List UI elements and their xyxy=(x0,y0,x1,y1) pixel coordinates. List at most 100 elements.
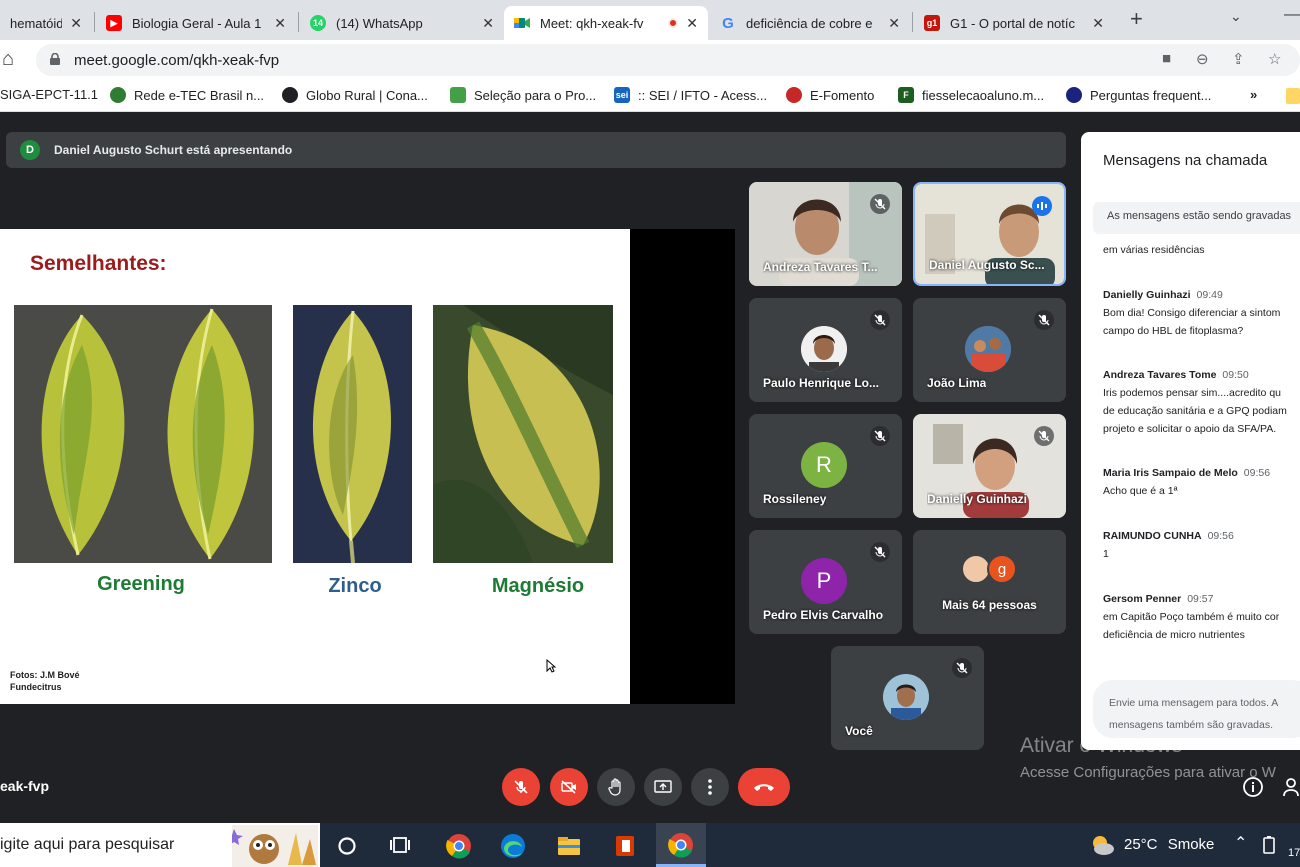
raise-hand-button[interactable] xyxy=(597,768,635,806)
avatar xyxy=(883,674,929,720)
more-vert-icon xyxy=(708,779,712,795)
taskbar-search[interactable]: igite aqui para pesquisar xyxy=(0,823,320,867)
cursor-icon xyxy=(546,659,556,673)
mic-off-icon xyxy=(514,780,528,794)
close-icon[interactable]: ✕ xyxy=(1092,15,1104,32)
close-icon[interactable]: ✕ xyxy=(482,15,494,32)
self-tile[interactable]: Você xyxy=(831,646,984,750)
bookmark-item[interactable]: E-Fomento xyxy=(786,87,874,103)
chat-header: Mensagens na chamada xyxy=(1103,152,1268,169)
participant-tile[interactable]: R Rossileney xyxy=(749,414,902,518)
camera-toggle-button[interactable] xyxy=(550,768,588,806)
camera-icon[interactable]: ■ xyxy=(1162,50,1171,67)
weather-widget[interactable]: 25°C Smoke xyxy=(1124,836,1214,853)
tab-5[interactable]: G deficiência de cobre e ✕ xyxy=(710,6,910,40)
recording-notice: As mensagens estão sendo gravadas xyxy=(1093,202,1300,234)
close-icon[interactable]: ✕ xyxy=(70,15,82,32)
avatar: R xyxy=(801,442,847,488)
participant-name: Danielly Guinhazi xyxy=(927,492,1028,506)
chat-input-placeholder: Envie uma mensagem para todos. A xyxy=(1109,697,1279,709)
presenter-banner: D Daniel Augusto Schurt está apresentand… xyxy=(6,132,1066,168)
participant-name: Mais 64 pessoas xyxy=(942,598,1037,612)
bookmark-item[interactable]: Perguntas frequent... xyxy=(1066,87,1211,103)
chat-message: RAIMUNDO CUNHA 09:56 1 xyxy=(1103,527,1300,563)
chat-message: Gersom Penner 09:57 em Capitão Poço també… xyxy=(1103,590,1300,644)
lock-icon[interactable] xyxy=(50,53,60,65)
credit-line: Fundecitrus xyxy=(10,682,62,692)
zoom-icon[interactable]: ⊖ xyxy=(1196,50,1209,68)
more-bookmarks-button[interactable]: » xyxy=(1250,87,1257,102)
muted-mic-icon xyxy=(870,426,890,446)
chat-time: 09:49 xyxy=(1196,289,1223,301)
chat-time: 09:50 xyxy=(1222,369,1249,381)
chrome-icon xyxy=(668,833,693,858)
bookmark-item[interactable]: Rede e-TEC Brasil n... xyxy=(110,87,264,103)
camera-off-icon xyxy=(561,780,576,794)
share-icon[interactable]: ⇪ xyxy=(1232,50,1245,68)
bookmark-item[interactable]: Seleção para o Pro... xyxy=(450,87,596,103)
chat-message: Andreza Tavares Tome 09:50 Iris podemos p… xyxy=(1103,366,1300,438)
folder-icon[interactable] xyxy=(1286,88,1300,104)
mic-toggle-button[interactable] xyxy=(502,768,540,806)
cortana-icon[interactable] xyxy=(337,836,357,856)
tab-4-active[interactable]: Meet: qkh-xeak-fv ✕ xyxy=(504,6,708,40)
new-tab-button[interactable]: + xyxy=(1130,6,1143,32)
bookmark-item[interactable]: sei:: SEI / IFTO - Acess... xyxy=(614,87,767,103)
address-bar[interactable]: meet.google.com/qkh-xeak-fvp ■ ⊖ ⇪ ☆ xyxy=(36,44,1300,76)
tab-title: (14) WhatsApp xyxy=(336,15,423,31)
weather-icon[interactable] xyxy=(1088,833,1116,857)
chat-text: em Capitão Poço também é muito cor xyxy=(1103,611,1280,623)
minimize-button[interactable]: — xyxy=(1284,6,1300,24)
info-icon[interactable] xyxy=(1242,776,1264,798)
participant-tile[interactable]: Danielly Guinhazi xyxy=(913,414,1066,518)
chevron-up-icon[interactable]: ⌃ xyxy=(1234,833,1247,853)
tab-2[interactable]: ▶ Biologia Geral - Aula 1 ✕ xyxy=(96,6,296,40)
bookmark-label: :: SEI / IFTO - Acess... xyxy=(638,87,768,103)
sei-icon: sei xyxy=(614,87,630,103)
tab-6[interactable]: g1 G1 - O portal de notíc ✕ xyxy=(914,6,1114,40)
browser-toolbar: ⌂ meet.google.com/qkh-xeak-fvp ■ ⊖ ⇪ ☆ xyxy=(0,40,1300,80)
muted-mic-icon xyxy=(870,542,890,562)
chrome-icon[interactable] xyxy=(446,833,472,859)
more-participants-tile[interactable]: g Mais 64 pessoas xyxy=(913,530,1066,634)
edge-icon[interactable] xyxy=(500,833,526,859)
clock[interactable]: 17 xyxy=(1288,847,1300,859)
participant-tile[interactable]: Andreza Tavares T... xyxy=(749,182,902,286)
office-icon[interactable] xyxy=(612,833,638,859)
bookmark-item[interactable]: Ffiesselecaoaluno.m... xyxy=(898,87,1044,103)
chat-text: 1 xyxy=(1103,548,1109,560)
participant-tile[interactable]: Paulo Henrique Lo... xyxy=(749,298,902,402)
home-icon[interactable]: ⌂ xyxy=(2,48,14,71)
chevron-down-icon[interactable]: ⌄ xyxy=(1230,8,1242,25)
activation-title: Ativar o Windows xyxy=(1020,734,1183,757)
bookmark-item[interactable]: Globo Rural | Cona... xyxy=(282,87,428,103)
tab-title: Biologia Geral - Aula 1 xyxy=(132,15,262,31)
participant-tile[interactable]: P Pedro Elvis Carvalho xyxy=(749,530,902,634)
star-icon[interactable]: ☆ xyxy=(1268,50,1281,68)
people-icon[interactable] xyxy=(1282,776,1300,798)
close-icon[interactable]: ✕ xyxy=(274,15,286,32)
url-text[interactable]: meet.google.com/qkh-xeak-fvp xyxy=(74,52,279,69)
taskbar-active-app[interactable] xyxy=(656,823,706,867)
muted-mic-icon xyxy=(952,658,972,678)
more-options-button[interactable] xyxy=(691,768,729,806)
participant-tile[interactable]: João Lima xyxy=(913,298,1066,402)
bookmark-item[interactable]: SIGA-EPCT-11.1 xyxy=(0,87,98,102)
task-view-icon[interactable] xyxy=(390,835,412,855)
close-icon[interactable]: ✕ xyxy=(888,15,900,32)
chat-author: Danielly Guinhazi xyxy=(1103,289,1191,301)
tab-3[interactable]: 14 (14) WhatsApp ✕ xyxy=(300,6,504,40)
search-highlight-image xyxy=(232,825,318,867)
battery-icon[interactable] xyxy=(1262,835,1276,855)
avatar xyxy=(965,326,1011,372)
chat-text: em várias residências xyxy=(1103,244,1205,256)
tab-1[interactable]: hematóide ✕ xyxy=(0,6,92,40)
greening-leaf-photo xyxy=(14,305,272,563)
participant-tile[interactable]: Daniel Augusto Sc... xyxy=(913,182,1066,286)
close-icon[interactable]: ✕ xyxy=(686,15,698,32)
leave-call-button[interactable] xyxy=(738,768,790,806)
present-screen-button[interactable] xyxy=(644,768,682,806)
file-explorer-icon[interactable] xyxy=(556,833,582,859)
chat-text: Bom dia! Consigo diferenciar a sintom xyxy=(1103,307,1281,319)
chat-input[interactable]: Envie uma mensagem para todos. A mensage… xyxy=(1093,680,1300,738)
